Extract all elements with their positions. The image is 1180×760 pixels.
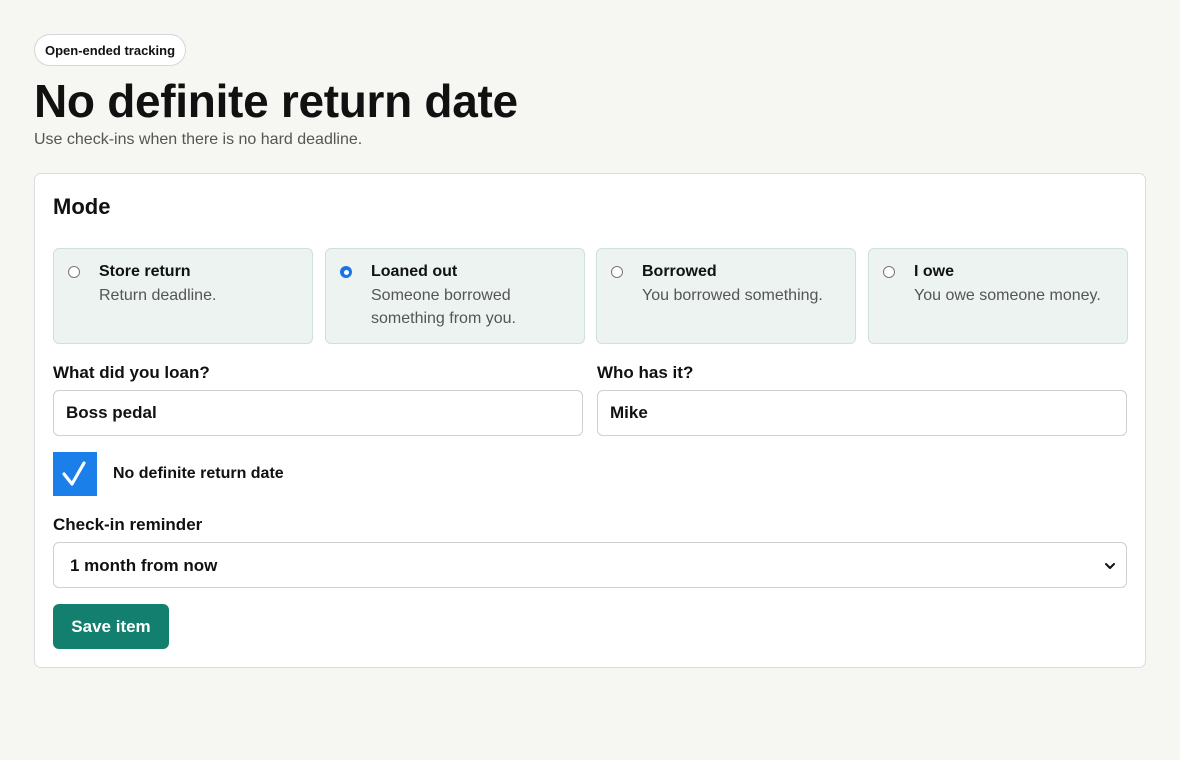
reminder-selected-value: 1 month from now (70, 556, 218, 575)
tracking-badge: Open-ended tracking (34, 34, 187, 66)
no-date-checkbox[interactable] (53, 452, 97, 496)
mode-option-label: I owe (914, 263, 955, 280)
mode-option-loaned-out[interactable]: Loaned out Someone borrowed something fr… (325, 248, 585, 344)
item-field-label: What did you loan? (53, 363, 210, 382)
radio-store-return[interactable] (68, 266, 80, 278)
chevron-down-icon (1105, 563, 1115, 569)
person-input[interactable] (597, 390, 1127, 436)
radio-borrowed[interactable] (611, 266, 623, 278)
no-date-label: No definite return date (113, 465, 284, 482)
mode-option-description: You borrowed something. (642, 287, 823, 304)
page-subtitle: Use check-ins when there is no hard dead… (34, 131, 363, 148)
mode-option-borrowed[interactable]: Borrowed You borrowed something. (596, 248, 856, 344)
radio-loaned-out[interactable] (340, 266, 352, 278)
reminder-select[interactable]: 1 month from now (53, 542, 1127, 588)
page-title: No definite return date (34, 75, 518, 127)
mode-option-description: Someone borrowed something from you. (371, 287, 516, 327)
mode-option-i-owe[interactable]: I owe You owe someone money. (868, 248, 1128, 344)
save-item-button[interactable]: Save item (53, 604, 169, 649)
mode-option-store-return[interactable]: Store return Return deadline. (53, 248, 313, 344)
item-input[interactable] (53, 390, 583, 436)
mode-option-description: You owe someone money. (914, 287, 1101, 304)
checkmark-icon (62, 461, 86, 486)
mode-option-label: Store return (99, 263, 191, 280)
radio-i-owe[interactable] (883, 266, 895, 278)
mode-option-label: Loaned out (371, 263, 458, 280)
mode-heading: Mode (53, 194, 111, 219)
mode-option-label: Borrowed (642, 263, 717, 280)
item-form-card: Mode Store return Return deadline. Loane… (34, 173, 1146, 668)
person-field-label: Who has it? (597, 363, 694, 382)
mode-option-description: Return deadline. (99, 287, 217, 304)
reminder-label: Check-in reminder (53, 515, 203, 534)
